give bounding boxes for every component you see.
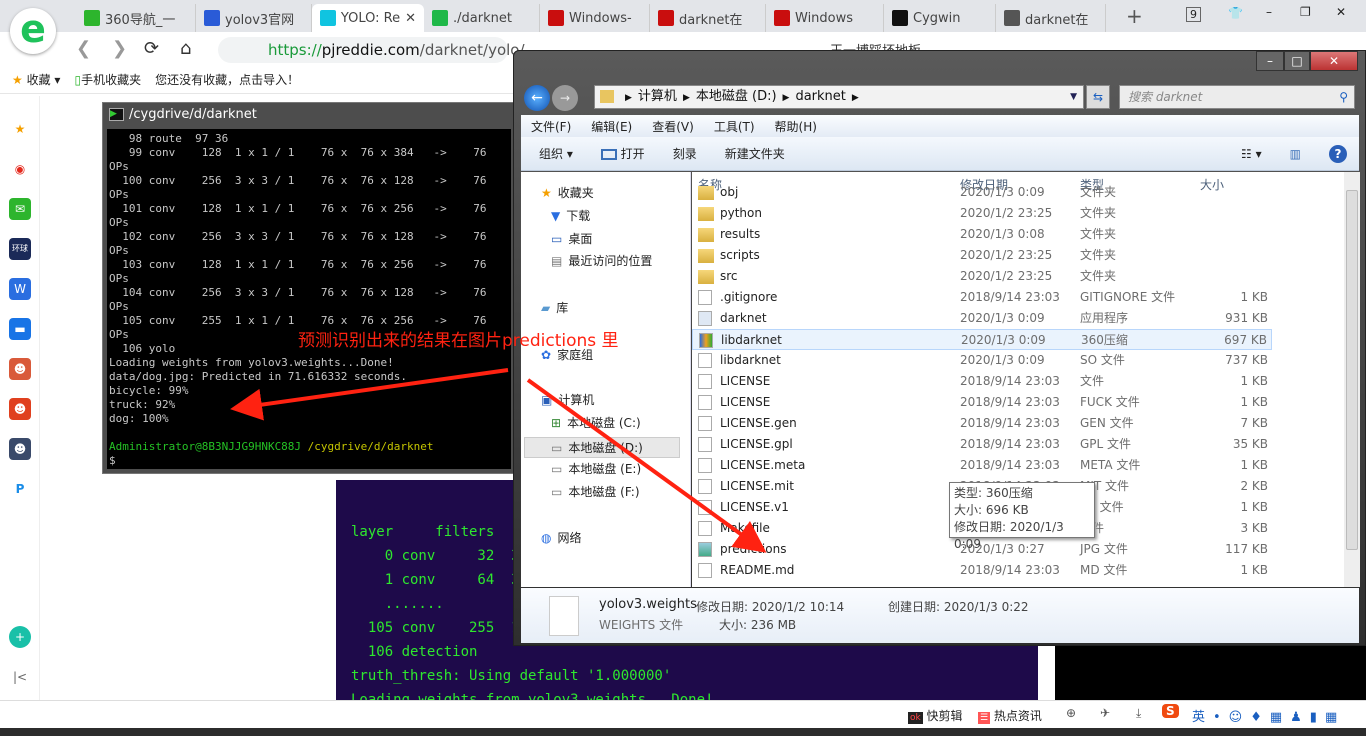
arrow-to-predictions: [526, 378, 767, 553]
annotation-arrows: [230, 368, 767, 553]
arrow-to-terminal: [230, 368, 509, 421]
